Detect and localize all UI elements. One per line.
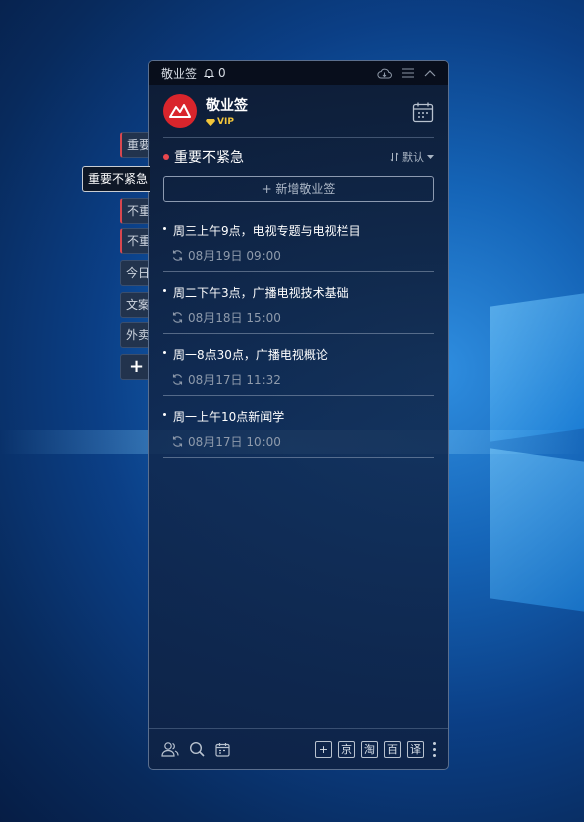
side-tab[interactable]: 重要: [120, 132, 150, 158]
note-item[interactable]: 周三上午9点，电视专题与电视栏目 08月19日 09:00: [163, 210, 434, 272]
notes-panel: 敬业签 0 敬业签 VIP 重要不紧急 默认 + 新增敬业签 周三上午9点，电视…: [148, 60, 449, 770]
repeat-icon: [172, 312, 183, 323]
chevron-down-icon: [427, 154, 434, 159]
jd-shortcut-button[interactable]: 京: [338, 740, 355, 758]
cloud-sync-icon[interactable]: [377, 68, 392, 79]
repeat-icon: [172, 374, 183, 385]
side-tab[interactable]: 今日: [120, 260, 150, 286]
bell-icon[interactable]: [203, 67, 215, 79]
collapse-icon[interactable]: [424, 69, 436, 77]
category-title: 重要不紧急: [174, 150, 244, 166]
contacts-icon[interactable]: [161, 741, 179, 757]
add-note-button[interactable]: + 新增敬业签: [163, 176, 434, 202]
user-name: 敬业签: [206, 98, 248, 114]
side-tab[interactable]: 不重: [120, 198, 150, 224]
app-title: 敬业签: [161, 66, 198, 81]
menu-icon[interactable]: [402, 68, 414, 78]
category-header: 重要不紧急 默认: [149, 138, 448, 176]
note-title: 周一8点30点，广播电视概论: [163, 346, 434, 363]
note-title: 周二下午3点，广播电视技术基础: [163, 284, 434, 301]
sort-dropdown[interactable]: 默认: [390, 149, 434, 165]
diamond-icon: [206, 118, 215, 126]
desktop-logo-pane: [490, 448, 584, 612]
search-icon[interactable]: [189, 741, 205, 757]
bottom-toolbar: + 京 淘 百 译: [149, 728, 448, 769]
note-title: 周一上午10点新闻学: [163, 408, 434, 425]
user-header: 敬业签 VIP: [149, 85, 448, 137]
desktop-logo-pane: [490, 293, 584, 442]
note-item[interactable]: 周一上午10点新闻学 08月17日 10:00: [163, 396, 434, 458]
note-list: 周三上午9点，电视专题与电视栏目 08月19日 09:00 周二下午3点，广播电…: [149, 210, 448, 458]
repeat-icon: [172, 250, 183, 261]
calendar-small-icon[interactable]: [215, 742, 230, 757]
avatar[interactable]: [163, 94, 197, 128]
add-category-tab[interactable]: +: [120, 354, 150, 380]
baidu-shortcut-button[interactable]: 百: [384, 740, 401, 758]
side-tab-active[interactable]: 重要不紧急: [82, 166, 150, 192]
note-date: 08月17日 10:00: [188, 435, 281, 449]
note-date: 08月18日 15:00: [188, 311, 281, 325]
note-date: 08月17日 11:32: [188, 373, 281, 387]
note-item[interactable]: 周一8点30点，广播电视概论 08月17日 11:32: [163, 334, 434, 396]
taobao-shortcut-button[interactable]: 淘: [361, 740, 378, 758]
repeat-icon: [172, 436, 183, 447]
note-title: 周三上午9点，电视专题与电视栏目: [163, 222, 434, 239]
more-options-icon[interactable]: [433, 741, 436, 757]
sort-icon: [390, 152, 399, 162]
note-item[interactable]: 周二下午3点，广播电视技术基础 08月18日 15:00: [163, 272, 434, 334]
side-tab[interactable]: 文案: [120, 292, 150, 318]
calendar-icon[interactable]: [412, 101, 434, 127]
side-tab[interactable]: 外卖: [120, 322, 150, 348]
note-date: 08月19日 09:00: [188, 249, 281, 263]
side-tab[interactable]: 不重: [120, 228, 150, 254]
translate-shortcut-button[interactable]: 译: [407, 740, 424, 758]
add-shortcut-button[interactable]: +: [315, 740, 332, 758]
category-color-dot: [163, 154, 169, 160]
vip-badge: VIP: [206, 117, 248, 127]
title-bar: 敬业签 0: [149, 61, 448, 85]
notification-count: 0: [218, 66, 226, 80]
